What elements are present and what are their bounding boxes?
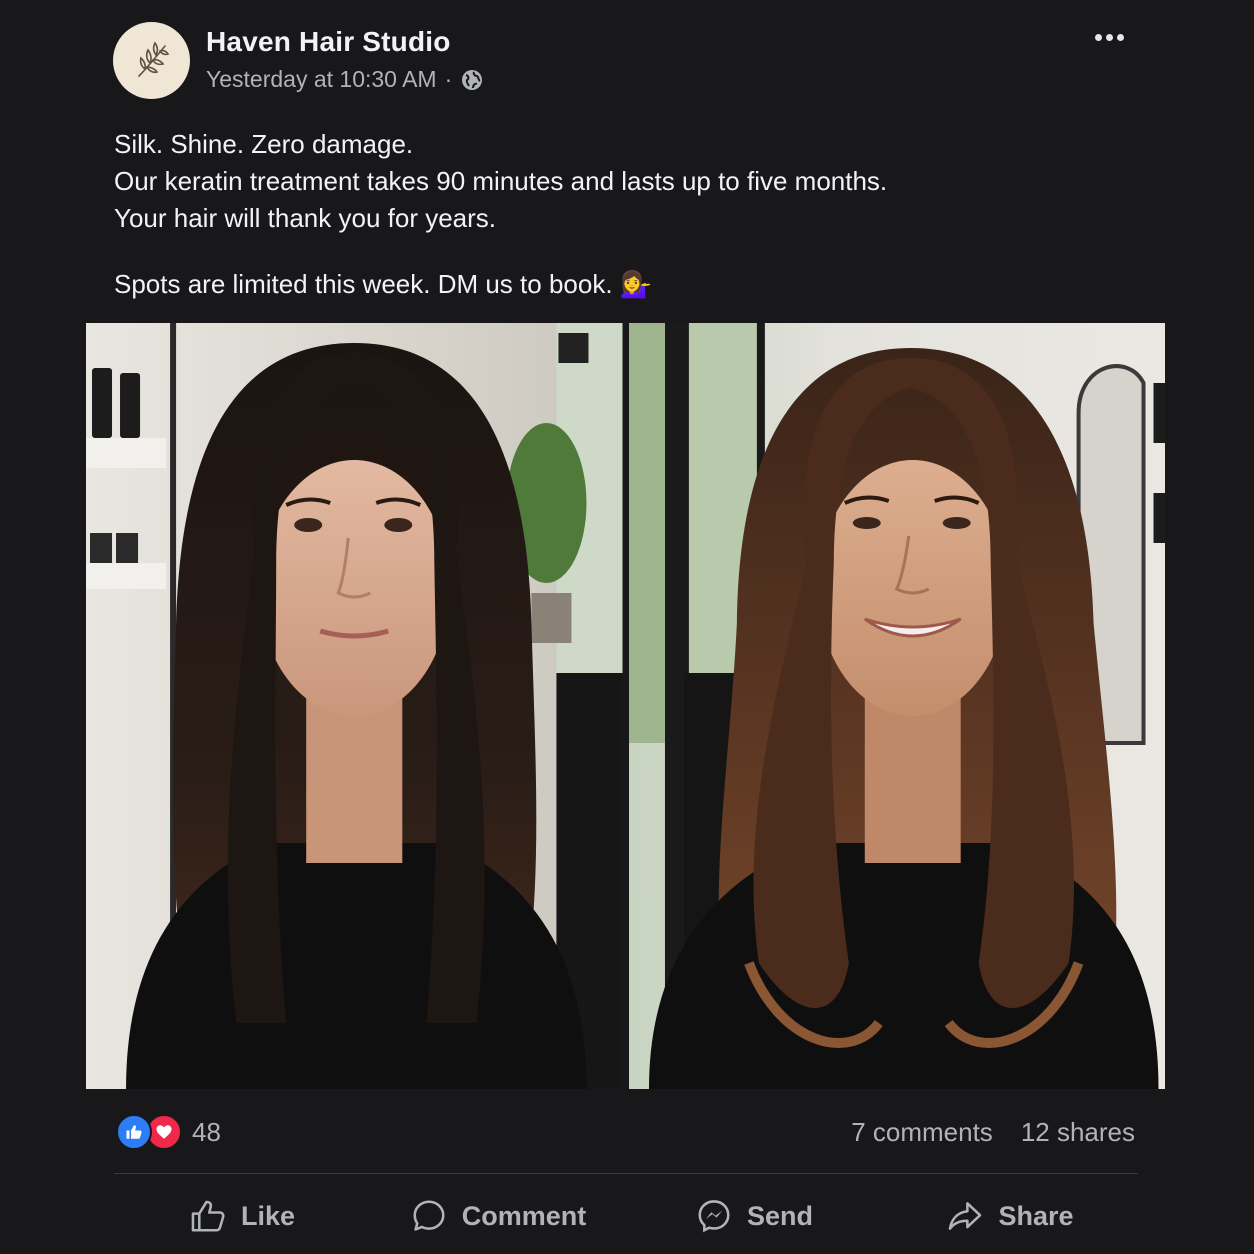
more-options-button[interactable]: [1086, 24, 1132, 50]
meta-separator: ·: [444, 66, 453, 92]
globe-icon: [462, 69, 483, 90]
comments-count-link[interactable]: 7 comments: [851, 1117, 993, 1148]
like-button[interactable]: Like: [114, 1188, 370, 1244]
divider: [114, 1173, 1138, 1174]
more-dot-icon: [1116, 33, 1124, 41]
page-avatar[interactable]: [113, 22, 190, 99]
post-card: Haven Hair Studio Yesterday at 10:30 AM …: [0, 0, 1254, 1254]
messenger-icon: [698, 1200, 730, 1233]
shares-count-link[interactable]: 12 shares: [1021, 1117, 1135, 1148]
more-dot-icon: [1094, 33, 1102, 41]
comment-label: Comment: [461, 1200, 587, 1231]
like-label: Like: [240, 1200, 296, 1231]
post-meta: Yesterday at 10:30 AM ·: [206, 66, 484, 93]
share-label: Share: [998, 1200, 1074, 1231]
caption-line: Your hair will thank you for years.: [114, 203, 497, 233]
cta-text: Spots are limited this week. DM us to bo…: [114, 269, 613, 299]
before-photo[interactable]: [86, 323, 623, 1089]
caption-line: Our keratin treatment takes 90 minutes a…: [114, 166, 888, 196]
leaf-branch-icon: [137, 40, 169, 77]
thumbs-up-icon: [191, 1200, 225, 1232]
page-name[interactable]: Haven Hair Studio: [206, 26, 451, 58]
caption-cta: Spots are limited this week. DM us to bo…: [114, 266, 1134, 303]
caption-line: Silk. Shine. Zero damage.: [114, 129, 414, 159]
share-arrow-icon: [949, 1202, 982, 1230]
after-photo[interactable]: [628, 323, 1165, 1089]
more-dot-icon: [1105, 33, 1113, 41]
send-button[interactable]: Send: [626, 1188, 882, 1244]
reaction-summary[interactable]: 48: [116, 1114, 221, 1150]
like-reaction-icon: [116, 1114, 152, 1150]
photo-grid: [86, 323, 1165, 1089]
post-caption: Silk. Shine. Zero damage. Our keratin tr…: [114, 126, 1134, 303]
share-button[interactable]: Share: [882, 1188, 1138, 1244]
comment-button[interactable]: Comment: [370, 1188, 626, 1244]
action-bar: Like Comment Send Share: [114, 1188, 1138, 1244]
comment-bubble-icon: [413, 1200, 445, 1231]
reaction-count: 48: [192, 1116, 221, 1147]
tipping-hand-emoji: 💁‍♀️: [619, 269, 653, 299]
engagement-counts: 7 comments 12 shares: [851, 1117, 1135, 1148]
send-label: Send: [746, 1200, 813, 1231]
post-timestamp[interactable]: Yesterday at 10:30 AM: [206, 66, 437, 93]
